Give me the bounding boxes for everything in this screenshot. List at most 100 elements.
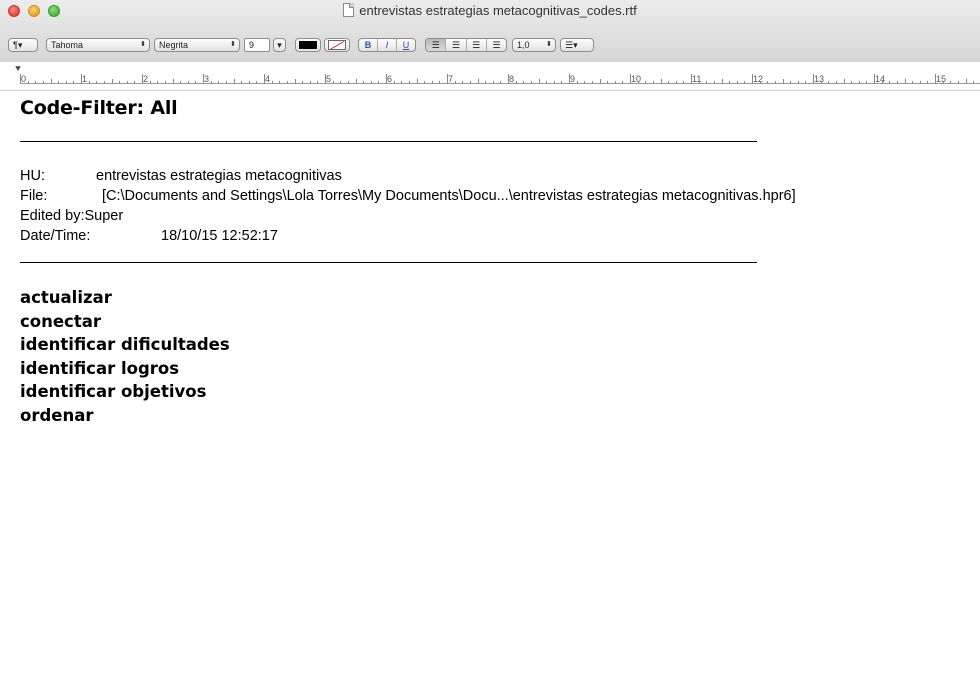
ruler-minor-tick bbox=[363, 81, 364, 84]
ruler-minor-tick bbox=[744, 81, 745, 84]
ruler-minor-tick bbox=[500, 81, 501, 84]
ruler-minor-tick bbox=[805, 81, 806, 84]
ruler-minor-tick bbox=[256, 81, 257, 84]
ruler-major-tick bbox=[81, 74, 82, 84]
ruler-minor-tick bbox=[96, 81, 97, 84]
ruler-minor-tick bbox=[561, 81, 562, 84]
ruler-minor-tick bbox=[89, 81, 90, 84]
ruler-minor-tick bbox=[119, 81, 120, 84]
ruler-minor-tick bbox=[546, 81, 547, 84]
font-size-field[interactable]: 9 bbox=[244, 38, 270, 52]
ruler-minor-tick bbox=[821, 81, 822, 84]
font-size-dropdown[interactable]: ▾ bbox=[273, 38, 286, 52]
ruler-label: 1 bbox=[82, 74, 88, 84]
highlight-color-well[interactable] bbox=[324, 38, 350, 52]
ruler-minor-tick bbox=[127, 81, 128, 84]
text-color-swatch bbox=[299, 41, 317, 49]
ruler-minor-tick bbox=[958, 81, 959, 84]
hu-value: entrevistas estrategias metacognitivas bbox=[96, 168, 342, 184]
paragraph-style-label: ¶▾ bbox=[13, 40, 23, 50]
ruler-minor-tick bbox=[706, 81, 707, 84]
ruler-minor-tick bbox=[165, 81, 166, 84]
datetime-label: Date/Time: bbox=[20, 228, 91, 244]
ruler-minor-tick bbox=[188, 81, 189, 84]
line-spacing-popup[interactable]: 1,0 ⬍ bbox=[512, 38, 556, 52]
ruler-minor-tick bbox=[714, 81, 715, 84]
ruler-minor-tick bbox=[699, 81, 700, 84]
ruler-minor-tick bbox=[417, 79, 418, 84]
ruler-minor-tick bbox=[760, 81, 761, 84]
ruler-minor-tick bbox=[409, 81, 410, 84]
font-style-segmented-control: B I U bbox=[358, 38, 416, 52]
underline-button[interactable]: U bbox=[397, 39, 415, 51]
ruler-minor-tick bbox=[356, 79, 357, 84]
ruler-minor-tick bbox=[645, 81, 646, 84]
ruler-minor-tick bbox=[470, 81, 471, 84]
font-family-popup[interactable]: Tahoma ⬍ bbox=[46, 38, 150, 52]
ruler-minor-tick bbox=[790, 81, 791, 84]
text-color-well[interactable] bbox=[295, 38, 321, 52]
ruler-minor-tick bbox=[554, 81, 555, 84]
hu-label: HU: bbox=[20, 168, 45, 184]
ruler-minor-tick bbox=[241, 81, 242, 84]
ruler-minor-tick bbox=[523, 81, 524, 84]
ruler-minor-tick bbox=[195, 81, 196, 84]
hu-row: HU: entrevistas estrategias metacognitiva… bbox=[20, 166, 970, 186]
no-color-swatch-icon bbox=[328, 40, 346, 50]
window-title: entrevistas estrategias metacognitivas_c… bbox=[359, 3, 637, 18]
paragraph-styles-popup[interactable]: ¶▾ bbox=[8, 38, 38, 52]
ruler-major-tick bbox=[630, 74, 631, 84]
ruler-minor-tick bbox=[439, 81, 440, 84]
ruler-minor-tick bbox=[73, 81, 74, 84]
ruler-minor-tick bbox=[348, 81, 349, 84]
align-center-button[interactable]: ☰ bbox=[446, 39, 467, 51]
align-justify-button[interactable]: ☰ bbox=[487, 39, 506, 51]
ruler-minor-tick bbox=[287, 81, 288, 84]
bold-button[interactable]: B bbox=[359, 39, 378, 51]
ruler-minor-tick bbox=[104, 81, 105, 84]
typeface-popup[interactable]: Negrita ⬍ bbox=[154, 38, 240, 52]
ruler-minor-tick bbox=[218, 81, 219, 84]
line-spacing-value: 1,0 bbox=[517, 40, 530, 50]
datetime-value: 18/10/15 12:52:17 bbox=[161, 228, 278, 244]
ruler-minor-tick bbox=[58, 81, 59, 84]
ruler-major-tick bbox=[874, 74, 875, 84]
ruler-minor-tick bbox=[462, 81, 463, 84]
ruler-minor-tick bbox=[28, 81, 29, 84]
code-item: conectar bbox=[20, 311, 101, 331]
ruler-minor-tick bbox=[859, 81, 860, 84]
ruler-label: 0 bbox=[21, 74, 27, 84]
ruler-minor-tick bbox=[737, 81, 738, 84]
ruler-minor-tick bbox=[592, 81, 593, 84]
ruler-minor-tick bbox=[173, 79, 174, 84]
list-bullets-popup[interactable]: ☰▾ bbox=[560, 38, 594, 52]
typeface-label: Negrita bbox=[159, 40, 189, 50]
ruler-minor-tick bbox=[729, 81, 730, 84]
italic-button[interactable]: I bbox=[378, 39, 397, 51]
ruler-minor-tick bbox=[607, 81, 608, 84]
code-item: identificar logros bbox=[20, 358, 180, 378]
ruler-minor-tick bbox=[51, 79, 52, 84]
align-right-button[interactable]: ☰ bbox=[467, 39, 487, 51]
ruler-minor-tick bbox=[180, 81, 181, 84]
ruler-minor-tick bbox=[394, 81, 395, 84]
window-chrome: entrevistas estrategias metacognitivas_c… bbox=[0, 0, 980, 63]
updown-chevron-icon: ⬍ bbox=[140, 41, 146, 48]
ruler-minor-tick bbox=[584, 81, 585, 84]
ruler-minor-tick bbox=[249, 81, 250, 84]
ruler[interactable]: ⯆ 0 1 2 3 4 5 6 7 8 9 10 11 12 13 14 15 bbox=[0, 62, 980, 91]
ruler-minor-tick bbox=[683, 81, 684, 84]
ruler-minor-tick bbox=[615, 81, 616, 84]
ruler-minor-tick bbox=[676, 81, 677, 84]
ruler-minor-tick bbox=[600, 79, 601, 84]
alignment-segmented-control: ☰ ☰ ☰ ☰ bbox=[425, 38, 507, 52]
ruler-minor-tick bbox=[866, 81, 867, 84]
file-row: File: [C:\Documents and Settings\Lola Tor… bbox=[20, 186, 970, 206]
align-left-button[interactable]: ☰ bbox=[426, 39, 447, 51]
ruler-major-tick bbox=[508, 74, 509, 84]
code-item: actualizar bbox=[20, 288, 112, 307]
document-body[interactable]: Code-Filter: All HU: entrevistas estrateg… bbox=[20, 95, 970, 427]
ruler-label: 14 bbox=[875, 74, 886, 84]
ruler-label: 3 bbox=[204, 74, 210, 84]
ruler-minor-tick bbox=[905, 79, 906, 84]
